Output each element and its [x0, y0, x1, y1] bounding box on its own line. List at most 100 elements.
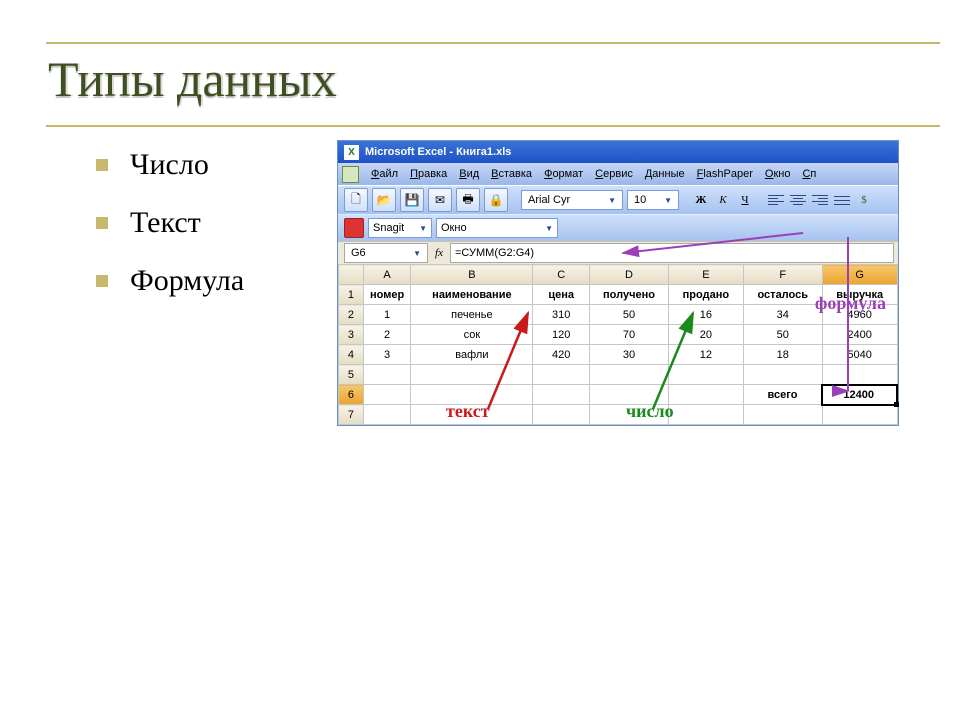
table-row: 5	[339, 365, 898, 385]
cell[interactable]: сок	[411, 325, 533, 345]
table-row: 6 всего 12400	[339, 385, 898, 405]
titlebar[interactable]: X Microsoft Excel - Книга1.xls	[338, 141, 898, 163]
table-row: 2 1 печенье 310 50 16 34 4960	[339, 305, 898, 325]
cell[interactable]: 120	[533, 325, 590, 345]
cell[interactable]: 2	[363, 325, 410, 345]
align-left-icon[interactable]	[767, 191, 785, 209]
menu-format[interactable]: Формат	[538, 166, 589, 182]
fx-icon[interactable]: fx	[428, 247, 450, 259]
cell[interactable]	[589, 365, 668, 385]
chevron-down-icon: ▼	[545, 224, 553, 233]
align-right-icon[interactable]	[811, 191, 829, 209]
cell[interactable]	[669, 365, 744, 385]
menu-help[interactable]: Сп	[796, 166, 822, 182]
row-header[interactable]: 7	[339, 405, 364, 425]
cell[interactable]	[411, 365, 533, 385]
cell[interactable]: 50	[589, 305, 668, 325]
cell[interactable]: 1	[363, 305, 410, 325]
formula-text: =СУММ(G2:G4)	[455, 247, 534, 259]
row-header[interactable]: 2	[339, 305, 364, 325]
row-header[interactable]: 4	[339, 345, 364, 365]
cell[interactable]: вафли	[411, 345, 533, 365]
select-all-corner[interactable]	[339, 265, 364, 285]
name-box[interactable]: G6 ▼	[344, 243, 428, 263]
cell[interactable]: 420	[533, 345, 590, 365]
col-header[interactable]: A	[363, 265, 410, 285]
cell[interactable]: 20	[669, 325, 744, 345]
cell[interactable]	[743, 365, 822, 385]
snagit-label-box[interactable]: Snagit ▼	[368, 218, 432, 238]
cell[interactable]	[533, 365, 590, 385]
col-header[interactable]: D	[589, 265, 668, 285]
slide-title: Типы данных	[48, 52, 337, 107]
cell[interactable]: 18	[743, 345, 822, 365]
font-size-selector[interactable]: 10 ▼	[627, 190, 679, 210]
italic-button[interactable]: К	[714, 191, 732, 209]
cell[interactable]: наименование	[411, 285, 533, 305]
menu-tools[interactable]: Сервис	[589, 166, 639, 182]
col-header[interactable]: E	[669, 265, 744, 285]
cell[interactable]: 34	[743, 305, 822, 325]
bold-button[interactable]: Ж	[692, 191, 710, 209]
cell[interactable]: 12	[669, 345, 744, 365]
snagit-record-icon[interactable]	[344, 218, 364, 238]
cell[interactable]: 70	[589, 325, 668, 345]
cell[interactable]: 310	[533, 305, 590, 325]
cell[interactable]: продано	[669, 285, 744, 305]
workbook-icon	[342, 166, 359, 183]
open-icon[interactable]: 📂	[372, 188, 396, 212]
permissions-icon[interactable]: 🔒	[484, 188, 508, 212]
menu-insert[interactable]: Вставка	[485, 166, 538, 182]
cell[interactable]: номер	[363, 285, 410, 305]
formula-input[interactable]: =СУММ(G2:G4)	[450, 243, 894, 263]
cell[interactable]: цена	[533, 285, 590, 305]
new-icon[interactable]: 🗋	[344, 188, 368, 212]
row-header[interactable]: 5	[339, 365, 364, 385]
font-name: Arial Cyr	[528, 194, 570, 206]
row-header[interactable]: 1	[339, 285, 364, 305]
save-icon[interactable]: 💾	[400, 188, 424, 212]
cell[interactable]: 30	[589, 345, 668, 365]
row-header[interactable]: 3	[339, 325, 364, 345]
formula-bar: G6 ▼ fx =СУММ(G2:G4)	[338, 241, 898, 264]
cell[interactable]	[363, 365, 410, 385]
snagit-window-selector[interactable]: Окно ▼	[436, 218, 558, 238]
cell[interactable]	[363, 385, 410, 405]
menu-edit[interactable]: Правка	[404, 166, 453, 182]
cell[interactable]	[669, 385, 744, 405]
cell[interactable]: 5040	[822, 345, 897, 365]
cell[interactable]: 16	[669, 305, 744, 325]
font-selector[interactable]: Arial Cyr ▼	[521, 190, 623, 210]
col-header[interactable]: F	[743, 265, 822, 285]
merge-center-icon[interactable]	[833, 191, 851, 209]
bullet-text: Формула	[130, 264, 244, 298]
currency-icon[interactable]: $	[855, 191, 873, 209]
col-header[interactable]: B	[411, 265, 533, 285]
underline-button[interactable]: Ч	[736, 191, 754, 209]
col-header[interactable]: C	[533, 265, 590, 285]
chevron-down-icon: ▼	[419, 224, 427, 233]
cell[interactable]	[822, 365, 897, 385]
cell[interactable]: осталось	[743, 285, 822, 305]
menu-window[interactable]: Окно	[759, 166, 797, 182]
cell[interactable]: 2400	[822, 325, 897, 345]
cell[interactable]: 3	[363, 345, 410, 365]
row-header[interactable]: 6	[339, 385, 364, 405]
annotation-number: число	[626, 401, 674, 422]
align-center-icon[interactable]	[789, 191, 807, 209]
cell[interactable]: 50	[743, 325, 822, 345]
menu-view[interactable]: Вид	[453, 166, 485, 182]
email-icon[interactable]: ✉	[428, 188, 452, 212]
bullet-text: Число	[130, 148, 209, 182]
cell[interactable]: печенье	[411, 305, 533, 325]
cell[interactable]	[533, 385, 590, 405]
spreadsheet-grid[interactable]: A B C D E F G 1 номер наименование цена …	[338, 264, 898, 425]
col-header[interactable]: G	[822, 265, 897, 285]
cell-total-label[interactable]: всего	[743, 385, 822, 405]
cell-selected[interactable]: 12400	[822, 385, 897, 405]
menu-file[interactable]: Файл	[365, 166, 404, 182]
menu-flashpaper[interactable]: FlashPaper	[691, 166, 759, 182]
cell[interactable]: получено	[589, 285, 668, 305]
menu-data[interactable]: Данные	[639, 166, 691, 182]
print-icon[interactable]: 🖶	[456, 188, 480, 212]
